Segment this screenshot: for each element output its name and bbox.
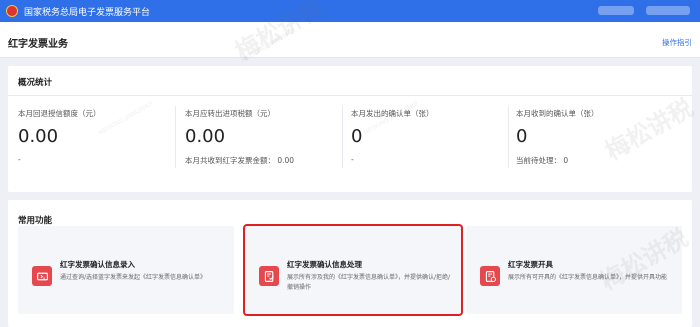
card-title: 红字发票确认信息录入	[60, 260, 135, 269]
account-menu-blurred[interactable]	[646, 6, 690, 15]
functions-title: 常用功能	[18, 216, 53, 226]
stat-divider	[342, 106, 343, 168]
top-bar: 国家税务总局电子发票服务平台	[0, 0, 700, 22]
stat-label: 本月收到的确认单（张）	[516, 109, 599, 118]
card-desc: 通过查询/选择蓝字发票来发起《红字发票信息确认单》	[60, 274, 207, 281]
stat-label: 本月应转出进项税额（元）	[185, 109, 275, 118]
card-title: 红字发票确认信息处理	[287, 260, 362, 269]
page-title: 红字发票业务	[8, 39, 68, 50]
stat-returned-credit: 本月回退授信额度（元） 0.00	[18, 108, 101, 147]
stat-value: 0	[516, 126, 528, 147]
card-desc: 展示所有涉及我的《红字发票信息确认单》，并提供确认/拒绝/撤销操作	[287, 274, 451, 291]
operation-guide-link[interactable]: 操作指引	[662, 37, 692, 48]
ticket-icon	[32, 266, 52, 286]
card-red-invoice-processing[interactable]: 红字发票确认信息处理 展示所有涉及我的《红字发票信息确认单》，并提供确认/拒绝/…	[243, 224, 463, 316]
invoice-clock-icon	[480, 266, 500, 286]
stat-sent-confirmations: 本月发出的确认单（张） 0	[351, 108, 434, 147]
stat-note: 当前待处理： 0	[516, 156, 569, 165]
stat-divider	[508, 106, 509, 168]
stat-note: -	[351, 155, 354, 164]
stat-note: -	[18, 155, 21, 164]
stat-label: 本月回退授信额度（元）	[18, 109, 101, 118]
overview-divider	[8, 95, 692, 96]
card-red-invoice-issue[interactable]: 红字发票开具 展示所有可开具的《红字发票信息确认单》，并提供开具功能	[466, 226, 682, 314]
card-title: 红字发票开具	[508, 260, 553, 269]
stat-value: 0.00	[18, 126, 59, 147]
page-header: 红字发票业务 操作指引	[0, 22, 700, 58]
stat-note: 本月共收到红字发票金额： 0.00	[185, 156, 295, 165]
card-desc: 展示所有可开具的《红字发票信息确认单》，并提供开具功能	[508, 274, 668, 281]
tax-emblem-icon	[6, 5, 18, 17]
stat-value: 0.00	[185, 126, 226, 147]
stat-value: 0	[351, 126, 363, 147]
document-check-icon	[259, 266, 279, 286]
overview-title: 概况统计	[18, 78, 53, 88]
card-red-invoice-entry[interactable]: 红字发票确认信息录入 通过查询/选择蓝字发票来发起《红字发票信息确认单》	[18, 226, 234, 314]
stat-input-tax-transfer: 本月应转出进项税额（元） 0.00	[185, 108, 275, 147]
stat-label: 本月发出的确认单（张）	[351, 109, 434, 118]
stat-divider	[175, 106, 176, 168]
site-title: 国家税务总局电子发票服务平台	[24, 7, 151, 18]
stat-received-confirmations: 本月收到的确认单（张） 0	[516, 108, 599, 147]
user-info-blurred[interactable]	[598, 6, 634, 15]
